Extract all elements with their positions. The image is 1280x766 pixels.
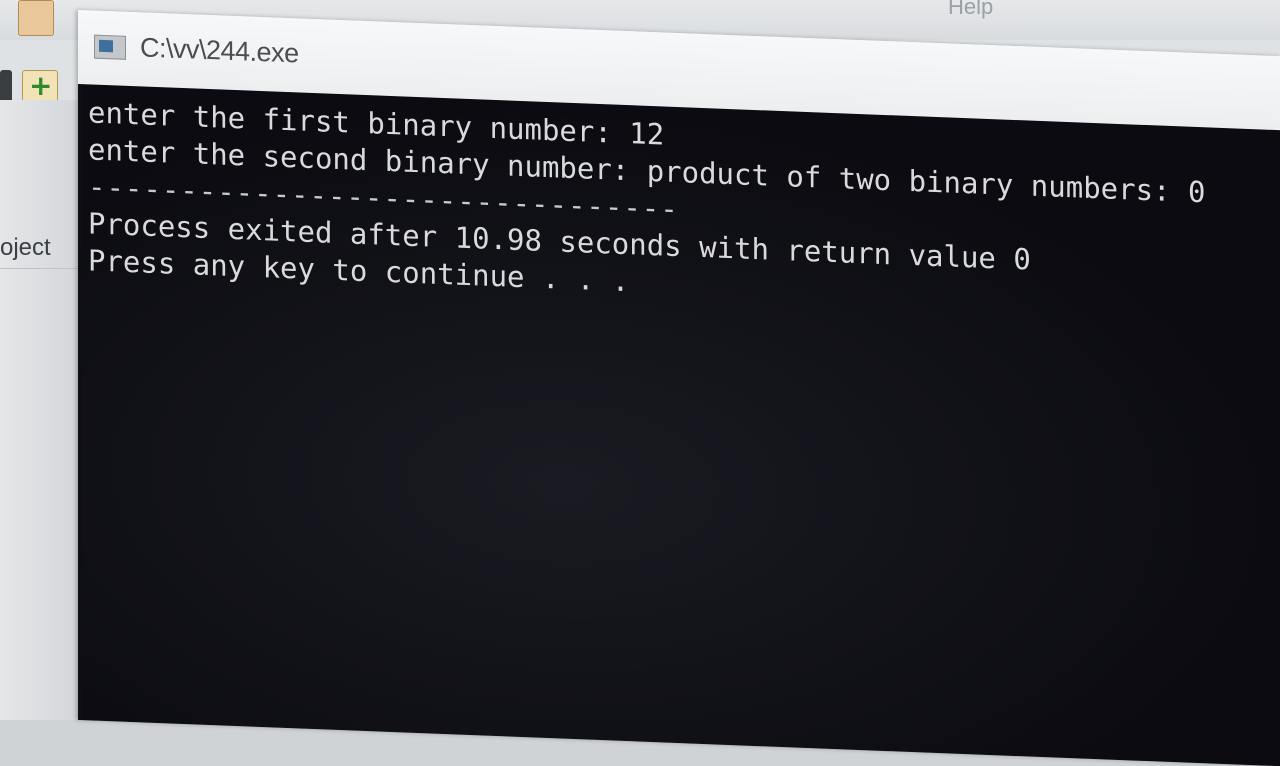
window-title: C:\vv\244.exe [140, 32, 299, 69]
toolbar-dark-button-icon[interactable] [0, 70, 12, 104]
ide-project-panel: oject [0, 100, 79, 720]
console-output-area[interactable]: enter the first binary number: 12 enter t… [78, 84, 1280, 766]
panel-divider [0, 268, 78, 269]
project-panel-tab[interactable]: oject [0, 234, 51, 262]
toolbar-button-icon[interactable] [18, 0, 54, 36]
console-output: enter the first binary number: 12 enter t… [88, 94, 1205, 322]
console-window[interactable]: C:\vv\244.exe enter the first binary num… [78, 10, 1280, 766]
menu-item-help[interactable]: Help [948, 0, 993, 20]
console-app-icon [94, 34, 126, 60]
